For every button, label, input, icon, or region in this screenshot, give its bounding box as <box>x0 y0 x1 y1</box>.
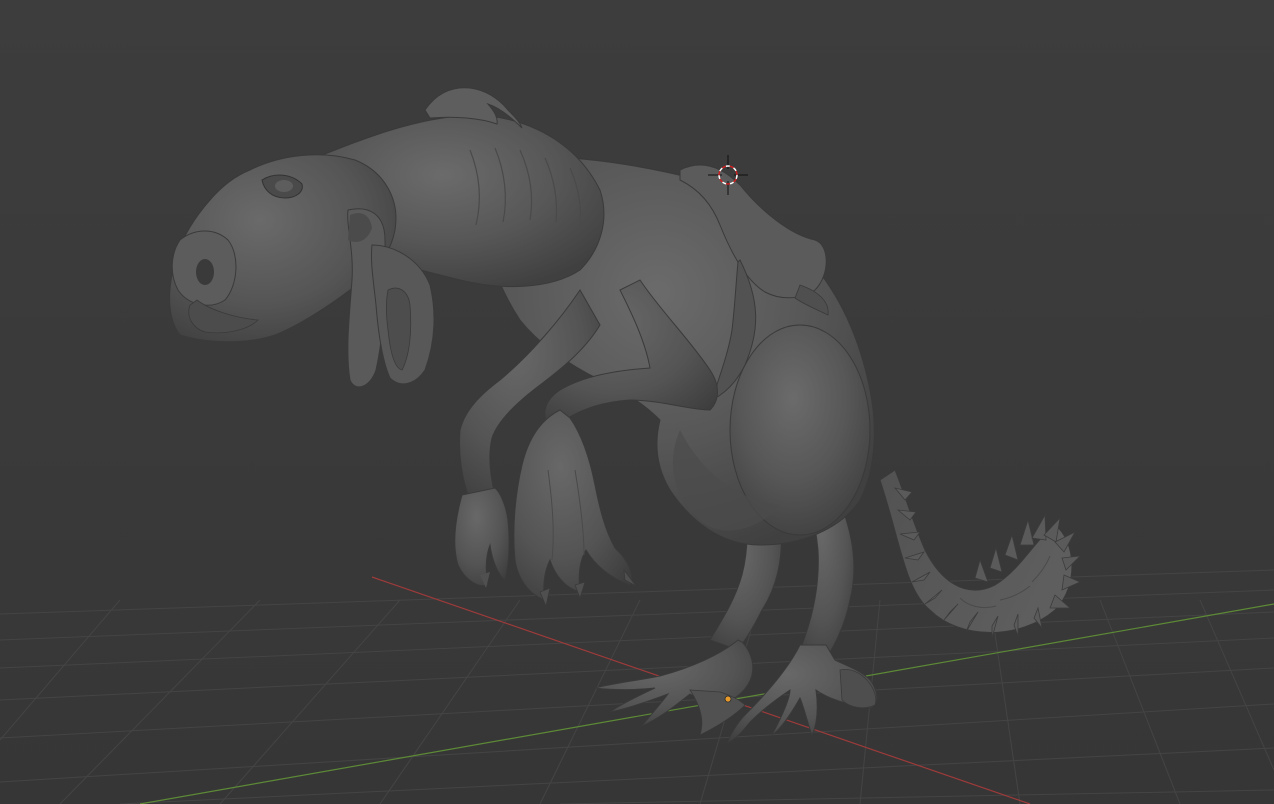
creature-model[interactable] <box>169 87 1082 743</box>
origin-dot-icon <box>724 695 732 703</box>
3d-viewport[interactable] <box>0 0 1274 804</box>
creature-tail <box>879 469 1082 639</box>
viewport-canvas[interactable] <box>0 0 1274 804</box>
creature-nostril <box>196 259 214 285</box>
